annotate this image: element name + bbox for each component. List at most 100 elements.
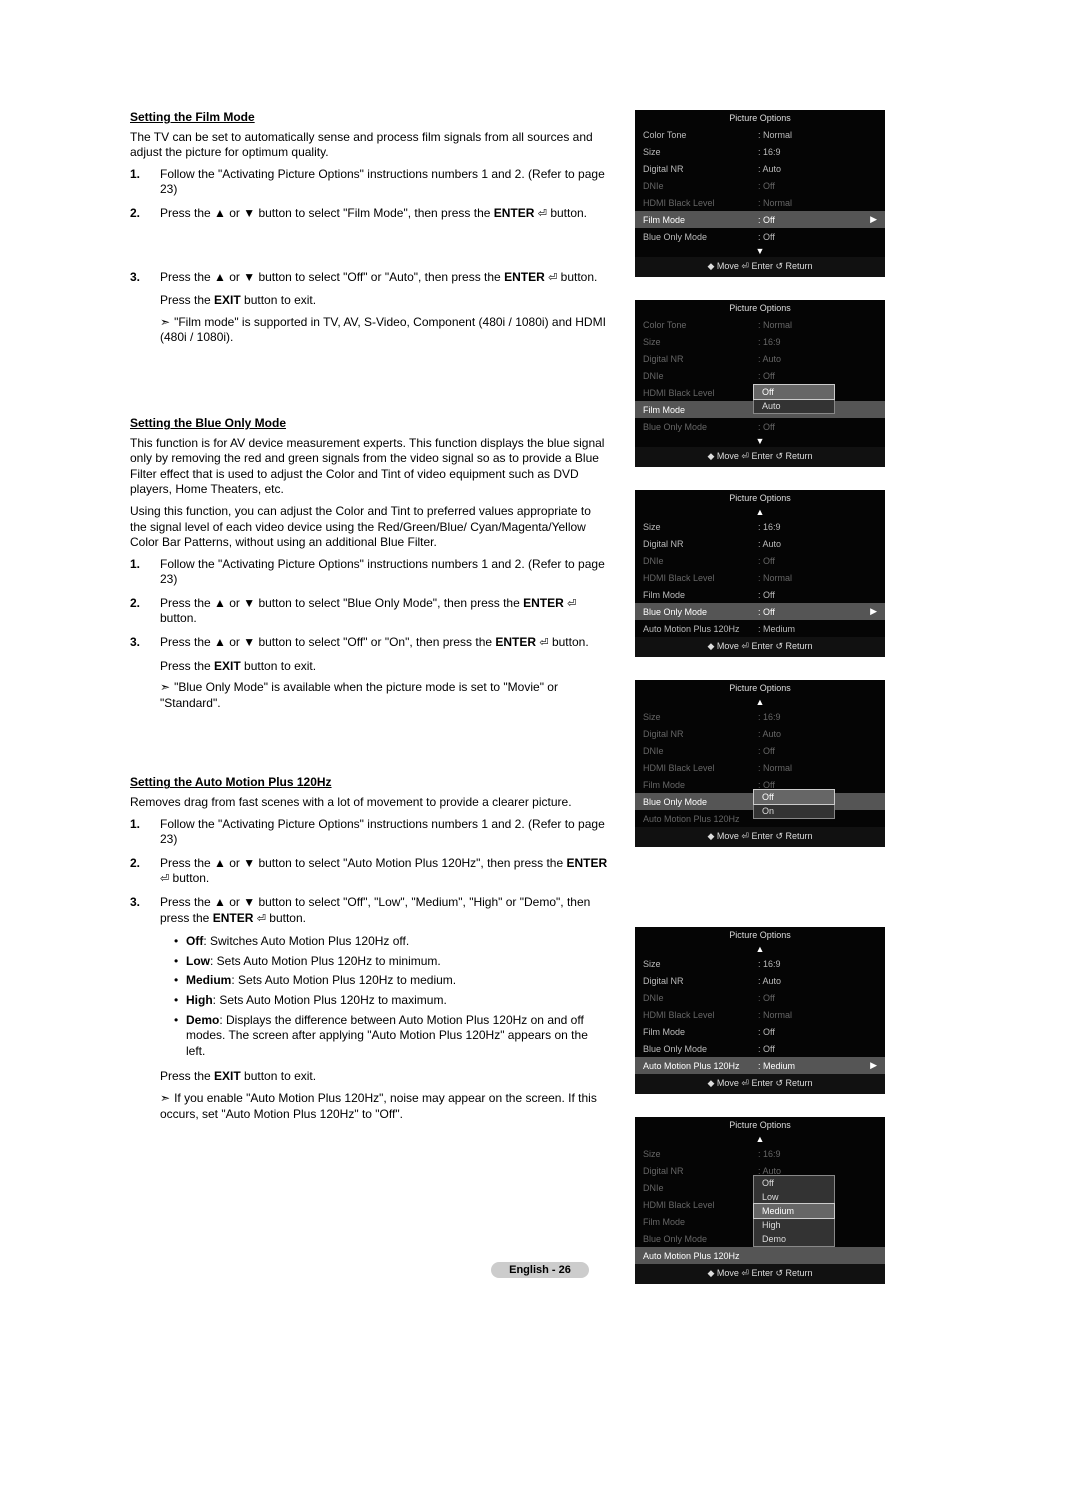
page: Setting the Film Mode The TV can be set …	[0, 0, 1080, 1488]
osd-blue-dropdown: Picture Options ▲ Size16:9 Digital NRAut…	[635, 680, 885, 847]
option-off[interactable]: Off	[754, 385, 834, 399]
enter-icon: ⏎	[548, 272, 557, 284]
osd-row-blue-only[interactable]: Blue Only ModeOff	[635, 228, 885, 245]
note: ➣If you enable "Auto Motion Plus 120Hz",…	[160, 1091, 610, 1122]
page-number: English - 26	[491, 1262, 589, 1278]
osd-footer: ◆ Move ⏎ Enter ↺ Return	[635, 827, 885, 847]
osd-row-amp[interactable]: Auto Motion Plus 120HzMedium▶	[635, 1057, 885, 1074]
bullet-demo: •Demo: Displays the difference between A…	[174, 1013, 610, 1060]
arrow-icon: ➣	[160, 1091, 170, 1105]
osd-row-blue-only[interactable]: Blue Only ModeOff▶	[635, 603, 885, 620]
section-title-amp: Setting the Auto Motion Plus 120Hz	[130, 775, 610, 791]
osd-row-digital-nr: Digital NRAuto	[635, 725, 885, 742]
scroll-down-icon: ▼	[635, 435, 885, 447]
caret-right-icon: ▶	[870, 1060, 877, 1071]
osd-row-blue-only[interactable]: Blue Only ModeOff	[635, 1040, 885, 1057]
dropdown[interactable]: Off Auto	[753, 384, 835, 414]
option-off[interactable]: Off	[754, 790, 834, 804]
film-steps: 1. Follow the "Activating Picture Option…	[130, 167, 610, 285]
section-title-film: Setting the Film Mode	[130, 110, 610, 126]
bullet-low: •Low: Sets Auto Motion Plus 120Hz to min…	[174, 954, 610, 970]
text-column: Setting the Film Mode The TV can be set …	[130, 110, 610, 1284]
option-high[interactable]: High	[754, 1218, 834, 1232]
caret-right-icon: ▶	[870, 214, 877, 225]
osd-row-size[interactable]: Size16:9	[635, 955, 885, 972]
note: ➣"Blue Only Mode" is available when the …	[160, 680, 610, 711]
osd-film-dropdown: Picture Options Color ToneNormal Size16:…	[635, 300, 885, 467]
enter-icon: ⏎	[160, 873, 169, 885]
caret-right-icon: ▶	[870, 606, 877, 617]
osd-row-size: Size16:9	[635, 333, 885, 350]
osd-row-digital-nr: Digital NRAuto Off Low Medium High Demo	[635, 1162, 885, 1179]
scroll-up-icon: ▲	[635, 1133, 885, 1145]
osd-row-color-tone[interactable]: Color ToneNormal	[635, 126, 885, 143]
osd-row-hdmi-black: HDMI Black LevelNormal	[635, 194, 885, 211]
option-auto[interactable]: Auto	[754, 399, 834, 413]
osd-footer: ◆ Move ⏎ Enter ↺ Return	[635, 637, 885, 657]
osd-title: Picture Options	[635, 927, 885, 943]
osd-footer: ◆ Move ⏎ Enter ↺ Return	[635, 1074, 885, 1094]
option-off[interactable]: Off	[754, 1176, 834, 1190]
osd-column: Picture Options Color ToneNormal Size16:…	[635, 110, 885, 1284]
blue-steps: 1. Follow the "Activating Picture Option…	[130, 557, 610, 651]
osd-amp-select: Picture Options ▲ Size16:9 Digital NRAut…	[635, 927, 885, 1094]
enter-icon: ⏎	[539, 637, 548, 649]
bullet-medium: •Medium: Sets Auto Motion Plus 120Hz to …	[174, 973, 610, 989]
osd-row-size[interactable]: Size16:9	[635, 143, 885, 160]
option-low[interactable]: Low	[754, 1190, 834, 1204]
list-item: 1. Follow the "Activating Picture Option…	[130, 817, 610, 848]
osd-row-amp[interactable]: Auto Motion Plus 120HzMedium	[635, 620, 885, 637]
exit-line: Press the EXIT button to exit.	[160, 293, 610, 309]
exit-line: Press the EXIT button to exit.	[160, 1069, 610, 1085]
option-demo[interactable]: Demo	[754, 1232, 834, 1246]
film-intro: The TV can be set to automatically sense…	[130, 130, 610, 161]
bullet-off: •Off: Switches Auto Motion Plus 120Hz of…	[174, 934, 610, 950]
osd-amp-dropdown: Picture Options ▲ Size16:9 Digital NRAut…	[635, 1117, 885, 1284]
osd-title: Picture Options	[635, 680, 885, 696]
osd-row-digital-nr: Digital NRAuto	[635, 350, 885, 367]
osd-row-dnie: DNIeOff	[635, 177, 885, 194]
scroll-up-icon: ▲	[635, 696, 885, 708]
osd-title: Picture Options	[635, 1117, 885, 1133]
osd-row-digital-nr[interactable]: Digital NRAuto	[635, 535, 885, 552]
option-medium[interactable]: Medium	[754, 1204, 834, 1218]
section-title-blue: Setting the Blue Only Mode	[130, 416, 610, 432]
blue-para1: This function is for AV device measureme…	[130, 436, 610, 498]
osd-row-color-tone: Color ToneNormal	[635, 316, 885, 333]
list-item: 3. Press the ▲ or ▼ button to select "Of…	[130, 270, 610, 286]
osd-title: Picture Options	[635, 110, 885, 126]
list-item: 2. Press the ▲ or ▼ button to select "Fi…	[130, 206, 610, 222]
scroll-up-icon[interactable]: ▲	[635, 943, 885, 955]
osd-film-select: Picture Options Color ToneNormal Size16:…	[635, 110, 885, 277]
osd-row-dnie: DNIeOff	[635, 742, 885, 759]
scroll-down-icon[interactable]: ▼	[635, 245, 885, 257]
osd-row-hdmi-black: HDMI Black LevelNormal	[635, 1006, 885, 1023]
osd-title: Picture Options	[635, 490, 885, 506]
osd-row-film-mode[interactable]: Film ModeOff	[635, 1023, 885, 1040]
osd-row-film-mode[interactable]: Film ModeOff	[635, 586, 885, 603]
osd-footer: ◆ Move ⏎ Enter ↺ Return	[635, 447, 885, 467]
list-item: 3. Press the ▲ or ▼ button to select "Of…	[130, 895, 610, 926]
scroll-up-icon[interactable]: ▲	[635, 506, 885, 518]
osd-row-digital-nr[interactable]: Digital NRAuto	[635, 160, 885, 177]
osd-row-dnie: DNIeOff	[635, 367, 885, 384]
osd-row-film-mode[interactable]: Film ModeOff▶	[635, 211, 885, 228]
note: ➣"Film mode" is supported in TV, AV, S-V…	[160, 315, 610, 346]
bullet-high: •High: Sets Auto Motion Plus 120Hz to ma…	[174, 993, 610, 1009]
osd-title: Picture Options	[635, 300, 885, 316]
enter-icon: ⏎	[567, 598, 576, 610]
option-on[interactable]: On	[754, 804, 834, 818]
dropdown[interactable]: Off On	[753, 789, 835, 819]
osd-blue-select: Picture Options ▲ Size16:9 Digital NRAut…	[635, 490, 885, 657]
osd-row-size: Size16:9	[635, 1145, 885, 1162]
page-footer: English - 26	[0, 1262, 1080, 1278]
osd-row-digital-nr[interactable]: Digital NRAuto	[635, 972, 885, 989]
osd-row-blue-only: Blue Only ModeOff	[635, 418, 885, 435]
osd-row-size[interactable]: Size16:9	[635, 518, 885, 535]
enter-icon: ⏎	[538, 208, 547, 220]
amp-bullets: •Off: Switches Auto Motion Plus 120Hz of…	[174, 934, 610, 1059]
blue-para2: Using this function, you can adjust the …	[130, 504, 610, 551]
osd-row-dnie: DNIeOff	[635, 552, 885, 569]
list-item: 2. Press the ▲ or ▼ button to select "Bl…	[130, 596, 610, 627]
dropdown[interactable]: Off Low Medium High Demo	[753, 1175, 835, 1247]
